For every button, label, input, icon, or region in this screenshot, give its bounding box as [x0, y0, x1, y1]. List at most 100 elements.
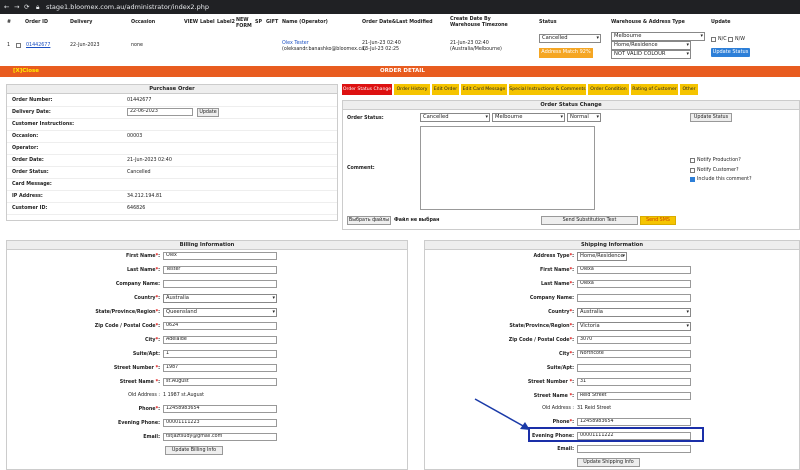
tab-edit-card-message[interactable]: Edit Card Message: [461, 84, 507, 95]
order-detail-bar: [X]Close ORDER DETAIL: [0, 66, 800, 77]
col-header-num: #: [7, 20, 12, 25]
shipping-street-number-input[interactable]: 31: [577, 378, 691, 386]
shipping-email-label: Email:: [557, 447, 574, 452]
billing-last-name-input[interactable]: Tester: [163, 266, 277, 274]
notify-production-label: Notify Production?: [697, 158, 741, 163]
shipping-phone-input[interactable]: 12458983654: [577, 418, 691, 426]
city-select[interactable]: Melbourne: [492, 113, 565, 122]
update-shipping-button[interactable]: Update Shipping Info: [577, 458, 640, 467]
po-value: 01442677: [127, 98, 152, 103]
shipping-old-address-value: 31 Reid Street: [577, 406, 612, 411]
tab-order-status-change[interactable]: Order Status Change: [342, 84, 392, 95]
comment-textarea[interactable]: [420, 126, 595, 210]
shipping-address-type-label: Address Type*:: [533, 254, 574, 259]
delivery-date-input[interactable]: 22-06-2023: [127, 108, 193, 116]
update-delivery-button[interactable]: Update: [197, 108, 219, 117]
shipping-street-name-input[interactable]: Reid Street: [577, 392, 691, 400]
back-icon[interactable]: ←: [4, 3, 9, 11]
shipping-address-type-select[interactable]: Home/Residence: [577, 252, 627, 261]
billing-evening-phone-input[interactable]: 00001111223: [163, 419, 277, 427]
row-select-checkbox[interactable]: [16, 43, 21, 48]
billing-phone-input[interactable]: 12458983654: [163, 405, 277, 413]
warehouse-select[interactable]: Melbourne: [611, 32, 705, 41]
include-comment-checkbox[interactable]: [690, 177, 695, 182]
reload-icon[interactable]: ⟳: [24, 3, 29, 11]
send-substitution-button[interactable]: Send Substitution Text: [541, 216, 638, 225]
billing-street-number-input[interactable]: 1987: [163, 364, 277, 372]
notify-production-checkbox[interactable]: [690, 158, 695, 163]
po-row: Customer Instructions:: [7, 119, 337, 131]
billing-zip-label: Zip Code / Postal Code*:: [94, 324, 160, 329]
billing-suite-input[interactable]: 1: [163, 350, 277, 358]
billing-panel: Billing Information First Name*: Olex La…: [6, 240, 408, 470]
order-status-select[interactable]: Cancelled: [420, 113, 490, 122]
shipping-zip-input[interactable]: 3070: [577, 336, 691, 344]
close-link[interactable]: [X]Close: [13, 68, 39, 74]
billing-first-name-label: First Name*:: [125, 254, 160, 259]
colour-select[interactable]: NOT VALID COLOUR: [611, 50, 691, 59]
order-id-link[interactable]: 01442677: [26, 43, 50, 49]
shipping-zip-label: Zip Code / Postal Code*:: [508, 338, 574, 343]
comment-label: Comment:: [347, 166, 375, 171]
billing-old-address-label: Old Address :: [128, 393, 160, 398]
po-label: Customer Instructions:: [12, 122, 75, 127]
billing-country-label: Country*:: [134, 296, 160, 301]
notify-customer-label: Notify Customer?: [697, 168, 739, 173]
billing-country-select[interactable]: Australia: [163, 294, 277, 303]
no-file-label: Файл не выбран: [394, 218, 440, 223]
col-header-update: Update: [711, 20, 731, 25]
address-type-select[interactable]: Home/Residence: [611, 41, 691, 50]
col-header-gift: GIFT: [266, 20, 279, 25]
po-label: Delivery Date:: [12, 110, 51, 115]
tab-special-instructions[interactable]: Special Instructions & Comments: [509, 84, 586, 95]
tab-rating-of-customer[interactable]: Rating of Customer: [631, 84, 678, 95]
url-bar[interactable]: stage1.bloomex.com.au/administrator/inde…: [46, 3, 209, 11]
billing-company-input[interactable]: [163, 280, 277, 288]
po-row: IP Address: 34.212.194.81: [7, 191, 337, 203]
col-header-order-date: Order Date&Last Modified: [362, 20, 433, 25]
po-label: Occasion:: [12, 134, 39, 139]
shipping-first-name-input[interactable]: Olexa: [577, 266, 691, 274]
forward-icon[interactable]: →: [14, 3, 19, 11]
nw-checkbox[interactable]: [728, 37, 733, 42]
shipping-company-input[interactable]: [577, 294, 691, 302]
shipping-suite-input[interactable]: [577, 364, 691, 372]
choose-file-button[interactable]: Выбрать файлы: [347, 216, 391, 225]
po-label: IP Address:: [12, 194, 43, 199]
billing-first-name-input[interactable]: Olex: [163, 252, 277, 260]
tab-other[interactable]: Other: [680, 84, 698, 95]
order-detail-title: ORDER DETAIL: [380, 68, 425, 74]
orders-table: # Order ID Delivery Occasion VIEW Label …: [0, 14, 800, 64]
notify-customer-checkbox[interactable]: [690, 168, 695, 173]
priority-select[interactable]: Normal: [567, 113, 601, 122]
nc-checkbox[interactable]: [711, 37, 716, 42]
col-header-occasion: Occasion: [131, 20, 156, 25]
billing-street-name-input[interactable]: st.August: [163, 378, 277, 386]
po-label: Operator:: [12, 146, 39, 151]
shipping-country-select[interactable]: Australia: [577, 308, 691, 317]
update-status-detail-button[interactable]: Update Status: [690, 113, 732, 122]
status-change-title: Order Status Change: [343, 101, 799, 110]
tab-edit-order[interactable]: Edit Order: [432, 84, 459, 95]
billing-city-input[interactable]: Adelaide: [163, 336, 277, 344]
send-sms-button[interactable]: Send SMS: [640, 216, 676, 225]
update-billing-button[interactable]: Update Billing Info: [165, 446, 223, 455]
billing-email-input[interactable]: tstjaztsudy@gmail.com: [163, 433, 277, 441]
shipping-state-select[interactable]: Victoria: [577, 322, 691, 331]
update-status-button[interactable]: Update Status: [711, 48, 750, 57]
shipping-city-input[interactable]: Northcote: [577, 350, 691, 358]
shipping-last-name-input[interactable]: Olexa: [577, 280, 691, 288]
billing-zip-input[interactable]: 0624: [163, 322, 277, 330]
billing-state-select[interactable]: Queensland: [163, 308, 277, 317]
shipping-email-input[interactable]: [577, 445, 691, 453]
po-row: Customer ID: 646826: [7, 203, 337, 215]
customer-name-link[interactable]: Olex Tester: [282, 41, 309, 47]
billing-suite-label: Suite/Apt:: [132, 352, 160, 357]
purchase-order-panel: Purchase Order Order Number: 01442677 De…: [6, 84, 338, 221]
create-date: 21-Jun-23 02:40: [450, 41, 489, 46]
tab-order-history[interactable]: Order History: [394, 84, 430, 95]
tab-order-condition[interactable]: Order Condition: [588, 84, 629, 95]
status-select[interactable]: Cancelled: [539, 34, 601, 43]
billing-title: Billing Information: [7, 241, 407, 250]
col-header-create-date: Create Date By Warehouse Timezone: [450, 17, 508, 28]
